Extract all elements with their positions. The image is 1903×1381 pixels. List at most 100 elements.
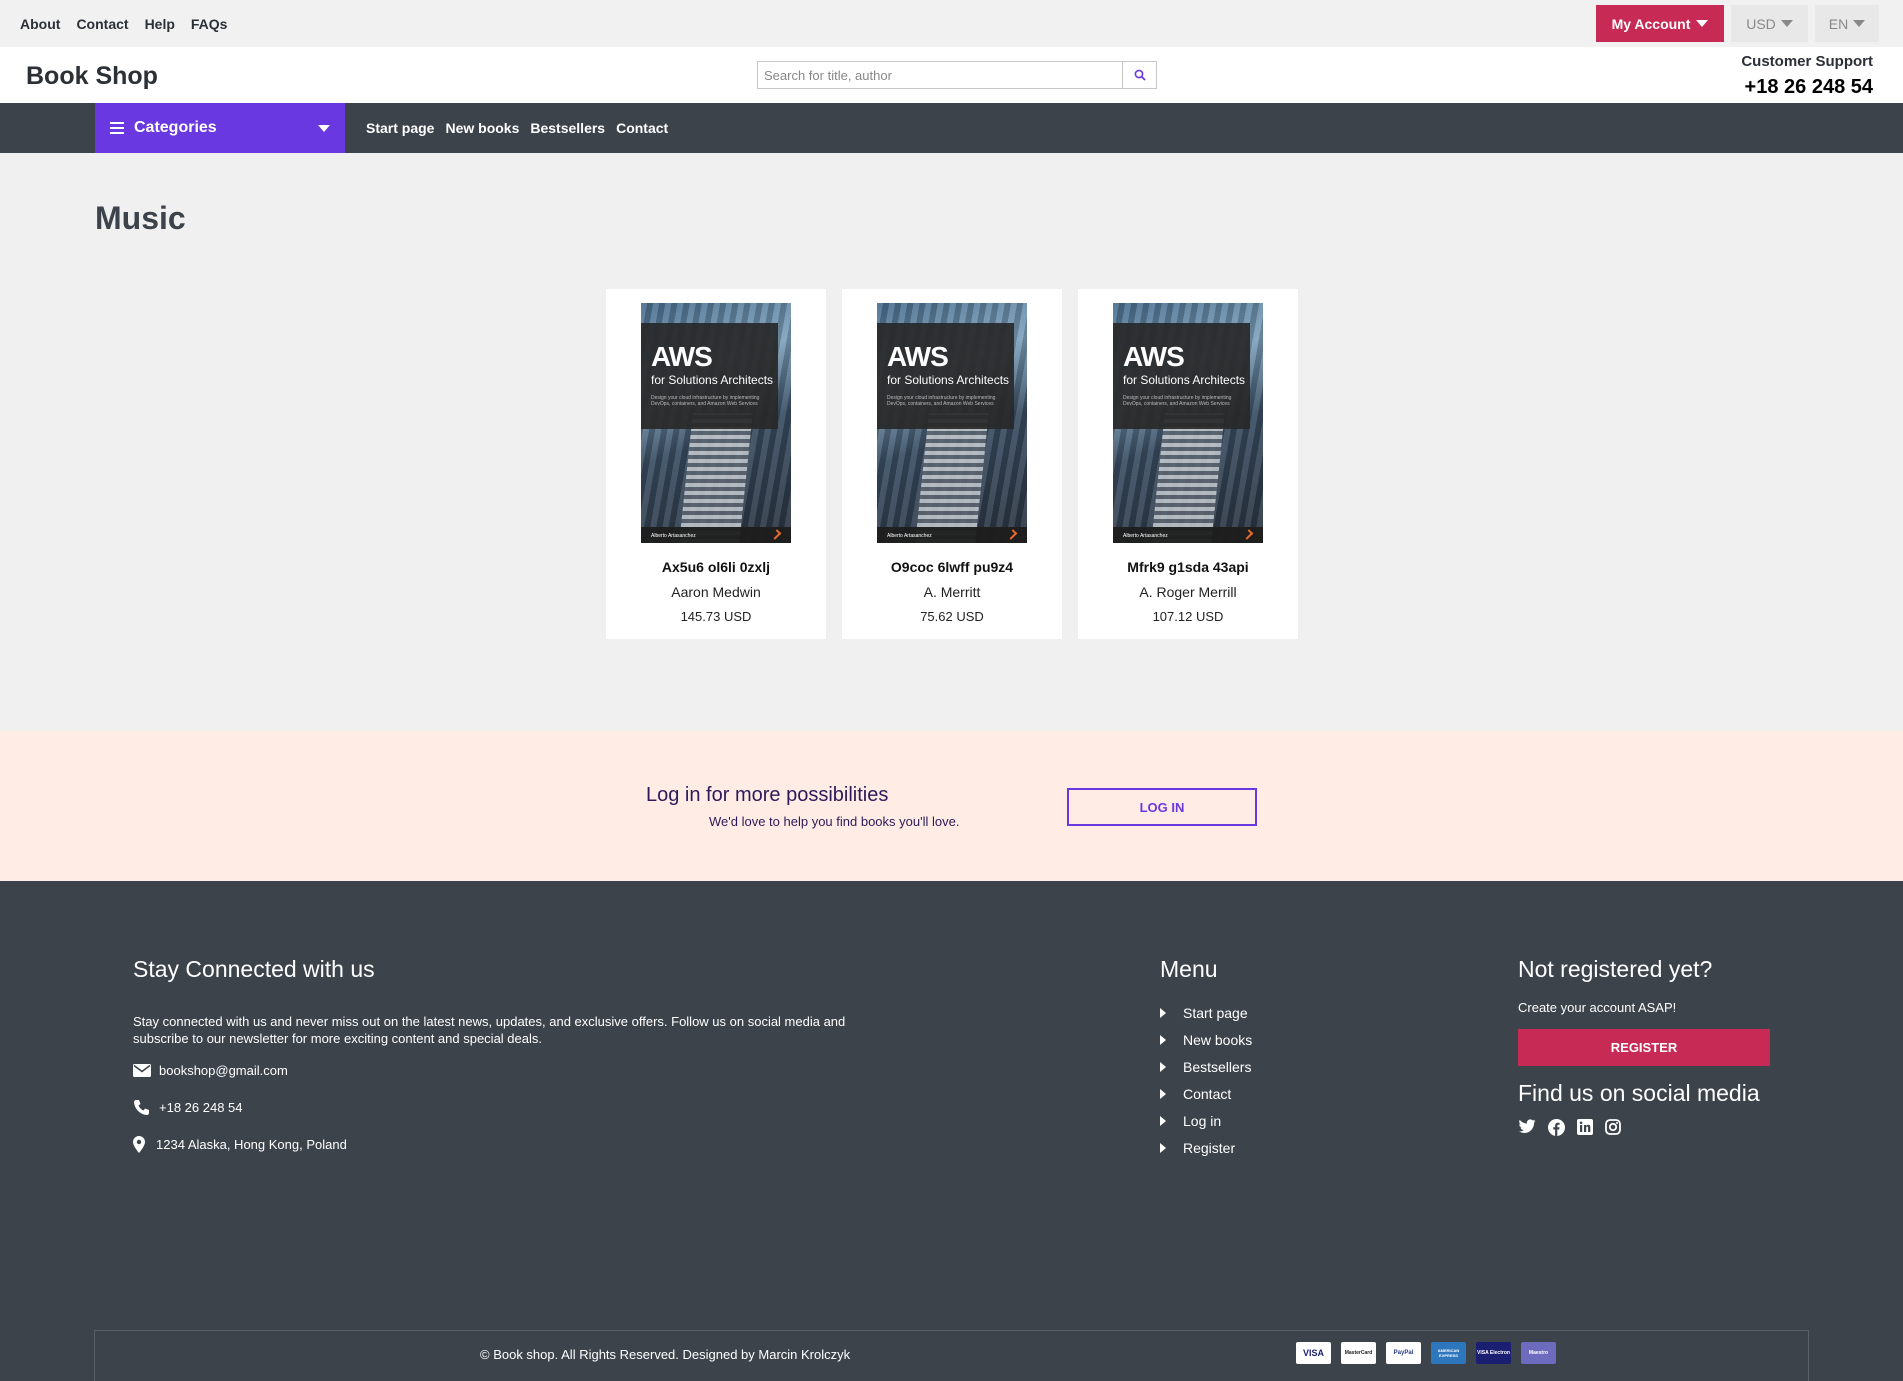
- caret-right-icon: [1160, 1061, 1166, 1072]
- nav-link-new-books[interactable]: New books: [445, 120, 519, 136]
- footer-menu-log-in[interactable]: Log in: [1160, 1107, 1252, 1134]
- login-banner: Log in for more possibilities We'd love …: [0, 731, 1903, 881]
- footer-social-heading: Find us on social media: [1518, 1080, 1760, 1106]
- product-title[interactable]: Mfrk9 g1sda 43api: [1127, 559, 1248, 575]
- maestro-icon: Maestro: [1521, 1342, 1556, 1364]
- footer-menu-register[interactable]: Register: [1160, 1134, 1252, 1161]
- top-link-about[interactable]: About: [20, 16, 60, 32]
- footer-register-sub: Create your account ASAP!: [1518, 1000, 1677, 1015]
- map-marker-icon: [133, 1136, 156, 1153]
- book-cover-image[interactable]: AWS for Solutions Architects Design your…: [641, 303, 791, 543]
- chevron-down-icon: [1853, 20, 1866, 27]
- product-title[interactable]: O9coc 6lwff pu9z4: [891, 559, 1013, 575]
- footer-connect-heading: Stay Connected with us: [133, 956, 375, 982]
- customer-support: Customer Support +18 26 248 54: [1741, 53, 1873, 99]
- login-button[interactable]: LOG IN: [1067, 788, 1257, 826]
- nav-link-contact[interactable]: Contact: [616, 120, 668, 136]
- register-button[interactable]: REGISTER: [1518, 1029, 1770, 1066]
- footer-menu-label: Start page: [1183, 1004, 1248, 1021]
- visa-card-icon: VISA: [1296, 1342, 1331, 1364]
- top-link-faqs[interactable]: FAQs: [191, 16, 228, 32]
- chevron-down-icon: [1696, 20, 1709, 27]
- cover-title: AWS: [651, 341, 713, 372]
- footer-menu-bestsellers[interactable]: Bestsellers: [1160, 1053, 1252, 1080]
- footer-email-row: bookshop@gmail.com: [133, 1060, 893, 1081]
- instagram-icon[interactable]: [1605, 1119, 1621, 1141]
- product-price: 107.12 USD: [1152, 609, 1224, 624]
- footer-menu-label: Log in: [1183, 1112, 1222, 1129]
- paypal-icon: PayPal: [1386, 1342, 1421, 1364]
- categories-button[interactable]: Categories: [95, 103, 345, 153]
- footer-register: Not registered yet? Create your account …: [1518, 956, 1778, 1141]
- product-card[interactable]: AWS for Solutions Architects Design your…: [606, 289, 826, 639]
- brand-logo[interactable]: Book Shop: [26, 62, 158, 91]
- footer-connect: Stay Connected with us Stay connected wi…: [133, 956, 893, 1155]
- top-link-contact[interactable]: Contact: [76, 16, 128, 32]
- menu-icon: [110, 122, 124, 134]
- language-dropdown[interactable]: EN: [1815, 5, 1879, 42]
- footer-address: 1234 Alaska, Hong Kong, Poland: [156, 1137, 347, 1152]
- top-right-controls: My Account USD EN: [1596, 5, 1879, 42]
- cover-blurb: Design your cloud infrastructure by impl…: [887, 395, 996, 407]
- top-links: About Contact Help FAQs: [20, 16, 227, 32]
- nav-link-start-page[interactable]: Start page: [366, 120, 434, 136]
- cover-subtitle: for Solutions Architects: [887, 373, 1010, 387]
- footer-address-row: 1234 Alaska, Hong Kong, Poland: [133, 1134, 893, 1155]
- caret-right-icon: [1160, 1115, 1166, 1126]
- footer-menu-label: Contact: [1183, 1085, 1232, 1102]
- caret-right-icon: [1160, 1088, 1166, 1099]
- caret-right-icon: [1160, 1142, 1166, 1153]
- book-cover-image[interactable]: AWS for Solutions Architects Design your…: [877, 303, 1027, 543]
- product-author: A. Merritt: [923, 584, 981, 600]
- product-grid: AWS for Solutions Architects Design your…: [606, 289, 1298, 639]
- phone-icon: [133, 1099, 159, 1116]
- copyright: © Book shop. All Rights Reserved. Design…: [480, 1347, 851, 1362]
- search-icon: [1134, 69, 1146, 81]
- footer-bottom: © Book shop. All Rights Reserved. Design…: [94, 1330, 1809, 1381]
- footer-register-heading: Not registered yet?: [1518, 956, 1713, 982]
- chevron-down-icon: [318, 124, 330, 132]
- footer-menu-new-books[interactable]: New books: [1160, 1026, 1252, 1053]
- login-banner-subtext: We'd love to help you find books you'll …: [709, 814, 960, 829]
- currency-dropdown[interactable]: USD: [1731, 5, 1808, 42]
- nav-link-bestsellers[interactable]: Bestsellers: [530, 120, 605, 136]
- support-phone: +18 26 248 54: [1744, 76, 1873, 98]
- search-input[interactable]: [758, 62, 1122, 88]
- product-card[interactable]: AWS for Solutions Architects Design your…: [842, 289, 1062, 639]
- footer-menu-start-page[interactable]: Start page: [1160, 999, 1252, 1026]
- book-cover-image[interactable]: AWS for Solutions Architects Design your…: [1113, 303, 1263, 543]
- search-button[interactable]: [1122, 62, 1156, 88]
- top-link-help[interactable]: Help: [145, 16, 175, 32]
- envelope-icon: [133, 1064, 159, 1077]
- cover-author: Alberto Artasanchez: [1113, 527, 1263, 543]
- footer-email[interactable]: bookshop@gmail.com: [159, 1063, 288, 1078]
- product-price: 75.62 USD: [920, 609, 984, 624]
- header: Book Shop Customer Support +18 26 248 54: [0, 47, 1903, 103]
- footer-connect-text: Stay connected with us and never miss ou…: [133, 1014, 846, 1046]
- product-price: 145.73 USD: [680, 609, 752, 624]
- footer-menu-label: Register: [1183, 1139, 1236, 1156]
- cover-author: Alberto Artasanchez: [641, 527, 791, 543]
- cover-blurb: Design your cloud infrastructure by impl…: [651, 395, 760, 407]
- footer-menu-contact[interactable]: Contact: [1160, 1080, 1252, 1107]
- linkedin-icon[interactable]: [1577, 1119, 1593, 1141]
- product-title[interactable]: Ax5u6 ol6li 0zxlj: [662, 559, 770, 575]
- language-label: EN: [1828, 15, 1849, 32]
- cover-title: AWS: [887, 341, 949, 372]
- my-account-button[interactable]: My Account: [1596, 5, 1724, 42]
- support-label: Customer Support: [1741, 53, 1873, 70]
- twitter-icon[interactable]: [1518, 1119, 1536, 1141]
- my-account-label: My Account: [1611, 15, 1691, 32]
- login-banner-heading: Log in for more possibilities: [646, 784, 889, 806]
- product-author: Aaron Medwin: [671, 584, 761, 600]
- product-card[interactable]: AWS for Solutions Architects Design your…: [1078, 289, 1298, 639]
- footer-menu: Menu Start page New books Bestsellers Co…: [1160, 956, 1252, 1161]
- footer-menu-label: Bestsellers: [1183, 1058, 1252, 1075]
- social-links: [1518, 1119, 1778, 1141]
- cover-subtitle: for Solutions Architects: [651, 373, 774, 387]
- american-express-icon: AMERICAN EXPRESS: [1431, 1342, 1466, 1364]
- facebook-icon[interactable]: [1548, 1119, 1565, 1141]
- product-author: A. Roger Merrill: [1139, 584, 1237, 600]
- nav-links: Start page New books Bestsellers Contact: [366, 120, 668, 136]
- page-title: Music: [95, 200, 186, 236]
